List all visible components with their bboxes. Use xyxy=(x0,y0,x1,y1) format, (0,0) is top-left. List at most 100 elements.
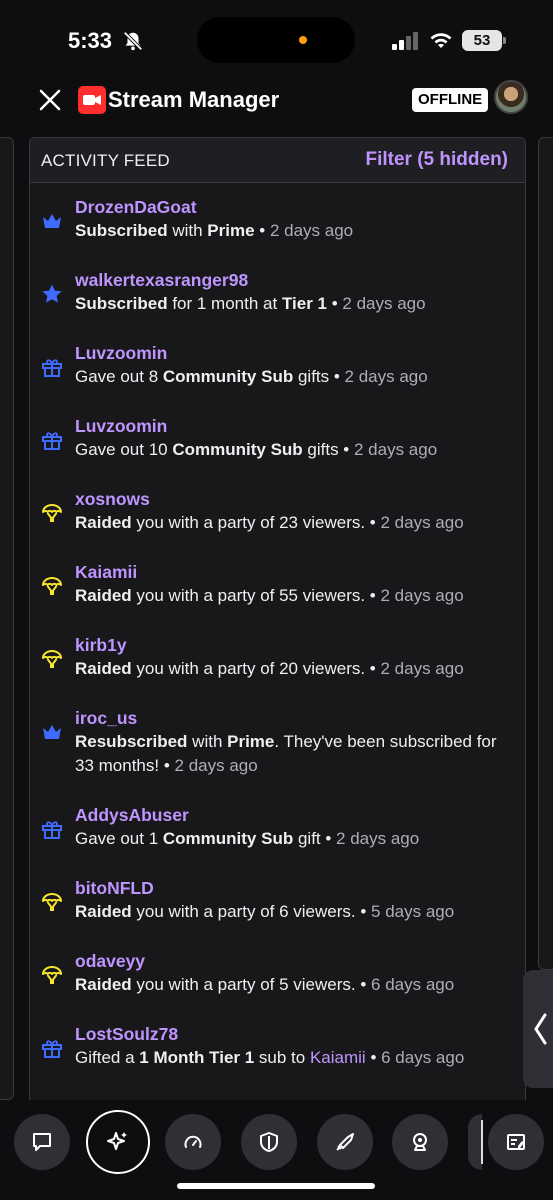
battery-icon: 53 xyxy=(462,30,502,51)
status-badge: OFFLINE xyxy=(412,88,489,112)
feed-message-part: gifts • xyxy=(293,367,345,386)
dynamic-island xyxy=(197,17,355,63)
avatar[interactable] xyxy=(494,80,528,114)
stream-health-button[interactable] xyxy=(165,1114,221,1170)
feed-message-part: Raided xyxy=(75,513,132,532)
chat-icon xyxy=(33,1133,51,1151)
feed-mention[interactable]: Kaiamii xyxy=(310,1048,366,1067)
feed-username[interactable]: LostSoulz78 xyxy=(75,1024,178,1045)
feed-timestamp: 2 days ago xyxy=(336,829,420,848)
gift-icon xyxy=(42,821,62,839)
sword-icon xyxy=(336,1133,354,1151)
feed-message-part: Subscribed xyxy=(75,294,168,313)
feed-message-part: • xyxy=(327,294,343,313)
feed-message-part: Gifted a xyxy=(75,1048,140,1067)
feed-message-part: Subscribed xyxy=(75,221,168,240)
feed-message-part: Prime xyxy=(227,732,275,751)
gift-icon xyxy=(42,432,62,450)
feed-username[interactable]: iroc_us xyxy=(75,708,137,729)
feed-timestamp: 6 days ago xyxy=(381,1048,465,1067)
feed-message-part: Raided xyxy=(75,975,132,994)
feed-message-part: you with a party of 55 viewers. • xyxy=(131,586,381,605)
feed-message-part: Gave out 8 xyxy=(75,367,163,386)
wifi-icon xyxy=(430,33,452,48)
feed-message-part: you with a party of 5 viewers. • xyxy=(131,975,372,994)
feed-message: Raided you with a party of 20 viewers. •… xyxy=(75,657,515,681)
camera-icon xyxy=(78,86,106,114)
crown-icon xyxy=(43,214,61,228)
feed-timestamp: 2 days ago xyxy=(344,367,428,386)
raid-icon xyxy=(42,577,62,595)
status-time: 5:33 xyxy=(68,28,113,53)
raid-button[interactable] xyxy=(317,1114,373,1170)
feed-timestamp: 2 days ago xyxy=(269,221,354,240)
feed-timestamp: 2 days ago xyxy=(174,756,258,775)
feed-message-part: Gave out 10 xyxy=(75,440,173,459)
feed-timestamp: 2 days ago xyxy=(380,659,464,678)
raid-icon xyxy=(42,504,62,522)
left-panel-edge[interactable] xyxy=(0,137,14,1100)
quick-actions-button[interactable] xyxy=(86,1110,150,1174)
feed-timestamp: 2 days ago xyxy=(342,294,426,313)
feed-message-part: Raided xyxy=(75,902,132,921)
filter-button[interactable]: Filter (5 hidden) xyxy=(366,149,509,171)
feed-username[interactable]: Luvzoomin xyxy=(75,416,167,437)
feed-message: Subscribed with Prime • 2 days ago xyxy=(75,219,515,243)
feed-message-part: Community Sub xyxy=(172,440,303,459)
raid-icon xyxy=(42,966,62,984)
gift-icon xyxy=(42,1040,62,1058)
activity-feed-header: ACTIVITY FEED Filter (5 hidden) xyxy=(30,138,525,183)
feed-message-part: gift • xyxy=(293,829,337,848)
feed-timestamp: 2 days ago xyxy=(380,586,464,605)
right-panel-edge[interactable] xyxy=(538,137,553,970)
feed-message: Raided you with a party of 23 viewers. •… xyxy=(75,511,515,535)
edit-info-icon xyxy=(507,1134,525,1150)
feed-message-part: • xyxy=(365,1048,382,1067)
page-title: Stream Manager xyxy=(108,87,280,112)
close-icon[interactable] xyxy=(36,86,64,114)
feed-message-part: gifts • xyxy=(302,440,354,459)
chat-button[interactable] xyxy=(14,1114,70,1170)
feed-message: Raided you with a party of 55 viewers. •… xyxy=(75,584,515,608)
chevron-left-icon xyxy=(534,1013,547,1045)
feed-message: Gifted a 1 Month Tier 1 sub to Kaiamii •… xyxy=(75,1046,515,1070)
star-icon xyxy=(42,284,62,303)
panel-collapse-handle[interactable] xyxy=(523,970,553,1088)
signal-icon xyxy=(392,32,418,50)
activity-feed-panel: ACTIVITY FEED Filter (5 hidden) DrozenDa… xyxy=(29,137,526,1107)
feed-message-part: Community Sub xyxy=(162,829,294,848)
sparkle-icon xyxy=(107,1132,127,1150)
feed-timestamp: 2 days ago xyxy=(354,440,438,459)
activity-feed-title: ACTIVITY FEED xyxy=(41,151,170,170)
feed-username[interactable]: kirb1y xyxy=(75,635,127,656)
feed-username[interactable]: Kaiamii xyxy=(75,562,137,583)
feed-username[interactable]: DrozenDaGoat xyxy=(75,197,197,218)
feed-message-part: sub to xyxy=(254,1048,310,1067)
feed-username[interactable]: AddysAbuser xyxy=(75,805,189,826)
feed-username[interactable]: odaveyy xyxy=(75,951,145,972)
feed-timestamp: 6 days ago xyxy=(371,975,455,994)
edit-stream-info-button[interactable] xyxy=(488,1114,544,1170)
feed-message-part: Gave out 1 xyxy=(75,829,163,848)
moderation-button[interactable] xyxy=(241,1114,297,1170)
home-indicator xyxy=(177,1183,375,1189)
gauge-icon xyxy=(184,1135,202,1148)
crown-icon xyxy=(43,725,61,739)
more-tools-peek[interactable] xyxy=(468,1114,482,1170)
feed-message: Gave out 1 Community Sub gift • 2 days a… xyxy=(75,827,515,851)
feed-username[interactable]: bitoNFLD xyxy=(75,878,154,899)
feed-username[interactable]: xosnows xyxy=(75,489,150,510)
feed-message-part: for 1 month at xyxy=(167,294,282,313)
feed-message-part: Tier 1 xyxy=(281,294,327,313)
feed-message-part: Resubscribed xyxy=(75,732,188,751)
feed-message: Resubscribed with Prime. They've been su… xyxy=(75,730,515,778)
camera-button[interactable] xyxy=(392,1114,448,1170)
feed-username[interactable]: walkertexasranger98 xyxy=(75,270,248,291)
feed-message: Raided you with a party of 5 viewers. • … xyxy=(75,973,515,997)
feed-message-part: Community Sub xyxy=(162,367,294,386)
webcam-icon xyxy=(413,1133,427,1151)
feed-timestamp: 5 days ago xyxy=(371,902,455,921)
feed-username[interactable]: Luvzoomin xyxy=(75,343,167,364)
gift-icon xyxy=(42,359,62,377)
shield-icon xyxy=(260,1132,278,1152)
